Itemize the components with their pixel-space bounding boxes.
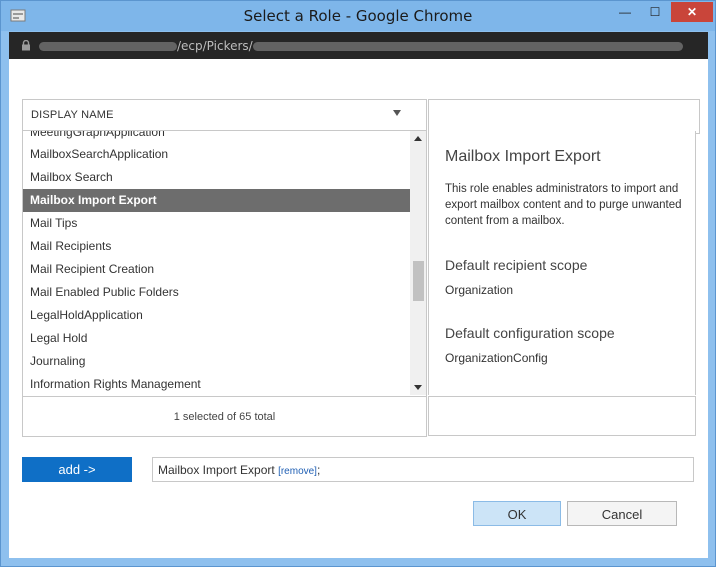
role-details-panel: Mailbox Import Export This role enables … bbox=[428, 131, 696, 395]
minimize-button[interactable]: — bbox=[611, 2, 639, 22]
role-title: Mailbox Import Export bbox=[445, 148, 601, 165]
list-item[interactable]: Mail Tips bbox=[23, 212, 410, 235]
config-scope-heading: Default configuration scope bbox=[445, 325, 615, 341]
url-text: /ecp/Pickers/ bbox=[39, 39, 683, 53]
recipient-scope-value: Organization bbox=[445, 283, 514, 297]
browser-window: Select a Role - Google Chrome — ☐ ✕ /ecp… bbox=[0, 0, 716, 567]
address-bar[interactable]: /ecp/Pickers/ bbox=[9, 32, 708, 59]
details-footer bbox=[428, 396, 696, 436]
list-item[interactable]: Mailbox Search bbox=[23, 166, 410, 189]
close-button[interactable]: ✕ bbox=[671, 2, 713, 22]
list-scrollbar[interactable] bbox=[410, 131, 426, 395]
scroll-up-icon[interactable] bbox=[414, 136, 422, 141]
list-item-selected[interactable]: Mailbox Import Export bbox=[23, 189, 410, 212]
role-list: MeetingGraphApplication MailboxSearchApp… bbox=[23, 131, 410, 395]
selected-roles-field[interactable]: Mailbox Import Export [remove]; bbox=[152, 457, 694, 482]
scrollbar-thumb[interactable] bbox=[413, 261, 424, 301]
role-description: This role enables administrators to impo… bbox=[445, 183, 682, 227]
list-item[interactable]: Legal Hold bbox=[23, 327, 410, 350]
list-item[interactable]: LegalHoldApplication bbox=[23, 304, 410, 327]
list-item[interactable]: Mail Enabled Public Folders bbox=[23, 281, 410, 304]
list-item[interactable]: Mail Recipients bbox=[23, 235, 410, 258]
config-scope-value: OrganizationConfig bbox=[445, 351, 548, 365]
list-item[interactable]: Information Rights Management bbox=[23, 373, 410, 395]
redacted-query bbox=[252, 42, 683, 51]
ok-button[interactable]: OK bbox=[473, 501, 561, 526]
list-item[interactable]: MailboxSearchApplication bbox=[23, 143, 410, 166]
column-header-display-name[interactable]: DISPLAY NAME bbox=[23, 100, 426, 131]
search-input[interactable] bbox=[428, 99, 700, 134]
dialog-content: DISPLAY NAME MeetingGraphApplication Mai… bbox=[9, 59, 708, 558]
cancel-button[interactable]: Cancel bbox=[567, 501, 677, 526]
list-item[interactable]: Mail Recipient Creation bbox=[23, 258, 410, 281]
lock-icon bbox=[22, 40, 30, 51]
selection-separator: ; bbox=[316, 463, 321, 477]
url-path: /ecp/Pickers/ bbox=[177, 39, 253, 53]
add-button[interactable]: add -> bbox=[22, 457, 132, 482]
column-header-label: DISPLAY NAME bbox=[31, 109, 114, 121]
maximize-button[interactable]: ☐ bbox=[641, 2, 669, 22]
list-item[interactable]: Journaling bbox=[23, 350, 410, 373]
scroll-down-icon[interactable] bbox=[414, 385, 422, 390]
role-list-panel: DISPLAY NAME MeetingGraphApplication Mai… bbox=[22, 99, 427, 437]
list-footer: 1 selected of 65 total bbox=[23, 396, 426, 436]
selection-count: 1 selected of 65 total bbox=[173, 411, 276, 423]
recipient-scope-heading: Default recipient scope bbox=[445, 257, 588, 273]
title-bar[interactable]: Select a Role - Google Chrome — ☐ ✕ bbox=[1, 1, 715, 31]
chevron-down-icon[interactable] bbox=[393, 110, 401, 116]
window-title: Select a Role - Google Chrome bbox=[243, 7, 473, 25]
redacted-host bbox=[39, 42, 177, 51]
remove-link[interactable]: [remove] bbox=[278, 466, 317, 477]
selected-role-name: Mailbox Import Export bbox=[158, 463, 275, 477]
